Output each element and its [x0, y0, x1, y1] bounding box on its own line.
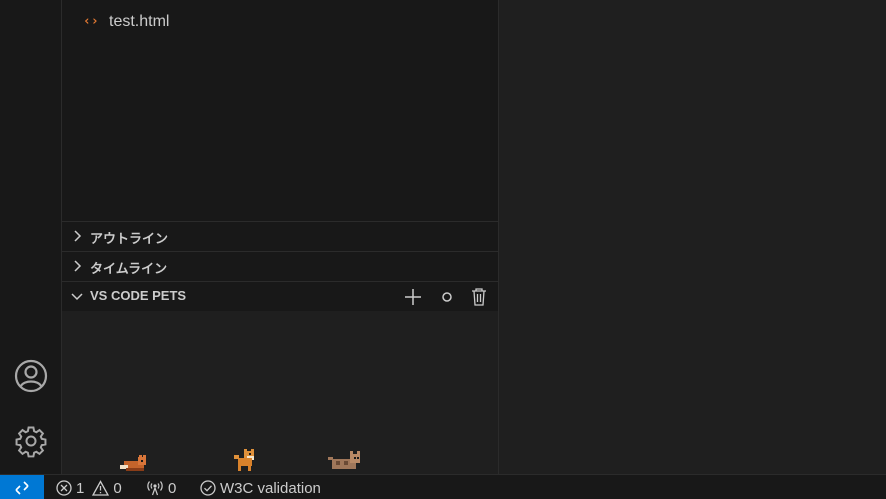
section-title-timeline: タイムライン — [90, 261, 168, 276]
add-pet-button[interactable] — [402, 286, 424, 308]
section-title-pets: VS CODE PETS — [90, 288, 187, 303]
chevron-down-icon — [71, 293, 83, 301]
chevron-right-icon — [74, 260, 82, 272]
w3c-validation-indicator[interactable]: W3C validation — [200, 478, 321, 498]
remote-icon — [15, 480, 29, 495]
activity-bar — [0, 0, 62, 474]
dog-pet[interactable] — [232, 449, 260, 473]
gear-icon[interactable] — [13, 423, 49, 459]
warning-count: 0 — [113, 479, 122, 497]
sidebar: ‹› test.html アウトライン タイムライン VS CODE PETS — [62, 0, 499, 474]
check-circle-icon — [200, 480, 216, 496]
ball-icon — [442, 292, 452, 302]
chevron-right-icon — [74, 230, 82, 242]
fox-pet[interactable] — [118, 453, 152, 473]
editor-area — [499, 0, 886, 474]
warning-icon — [92, 480, 110, 496]
pets-panel — [62, 311, 498, 474]
section-timeline[interactable]: タイムライン — [62, 251, 498, 281]
w3c-validation-label: W3C validation — [220, 479, 321, 497]
trash-icon — [472, 288, 486, 306]
throw-ball-button[interactable] — [436, 286, 458, 308]
plus-icon — [405, 289, 421, 305]
html-file-icon: ‹› — [83, 14, 99, 29]
section-title-outline: アウトライン — [90, 231, 169, 246]
error-icon — [56, 480, 72, 496]
section-outline[interactable]: アウトライン — [62, 221, 498, 251]
ports-indicator[interactable]: 0 — [146, 478, 176, 498]
cat-pet[interactable] — [328, 451, 366, 473]
remove-pet-button[interactable] — [468, 286, 490, 308]
file-item-test-html[interactable]: ‹› test.html — [62, 8, 498, 38]
remote-indicator-button[interactable] — [0, 475, 44, 499]
section-vscode-pets[interactable]: VS CODE PETS — [62, 281, 498, 311]
problems-indicator[interactable]: 1 0 — [56, 478, 122, 498]
error-count: 1 — [76, 479, 85, 497]
accounts-icon[interactable] — [13, 358, 49, 394]
status-bar: 1 0 0 W3C validation — [0, 474, 886, 499]
file-name: test.html — [109, 13, 170, 30]
broadcast-icon — [147, 481, 163, 496]
ports-count: 0 — [168, 479, 177, 497]
